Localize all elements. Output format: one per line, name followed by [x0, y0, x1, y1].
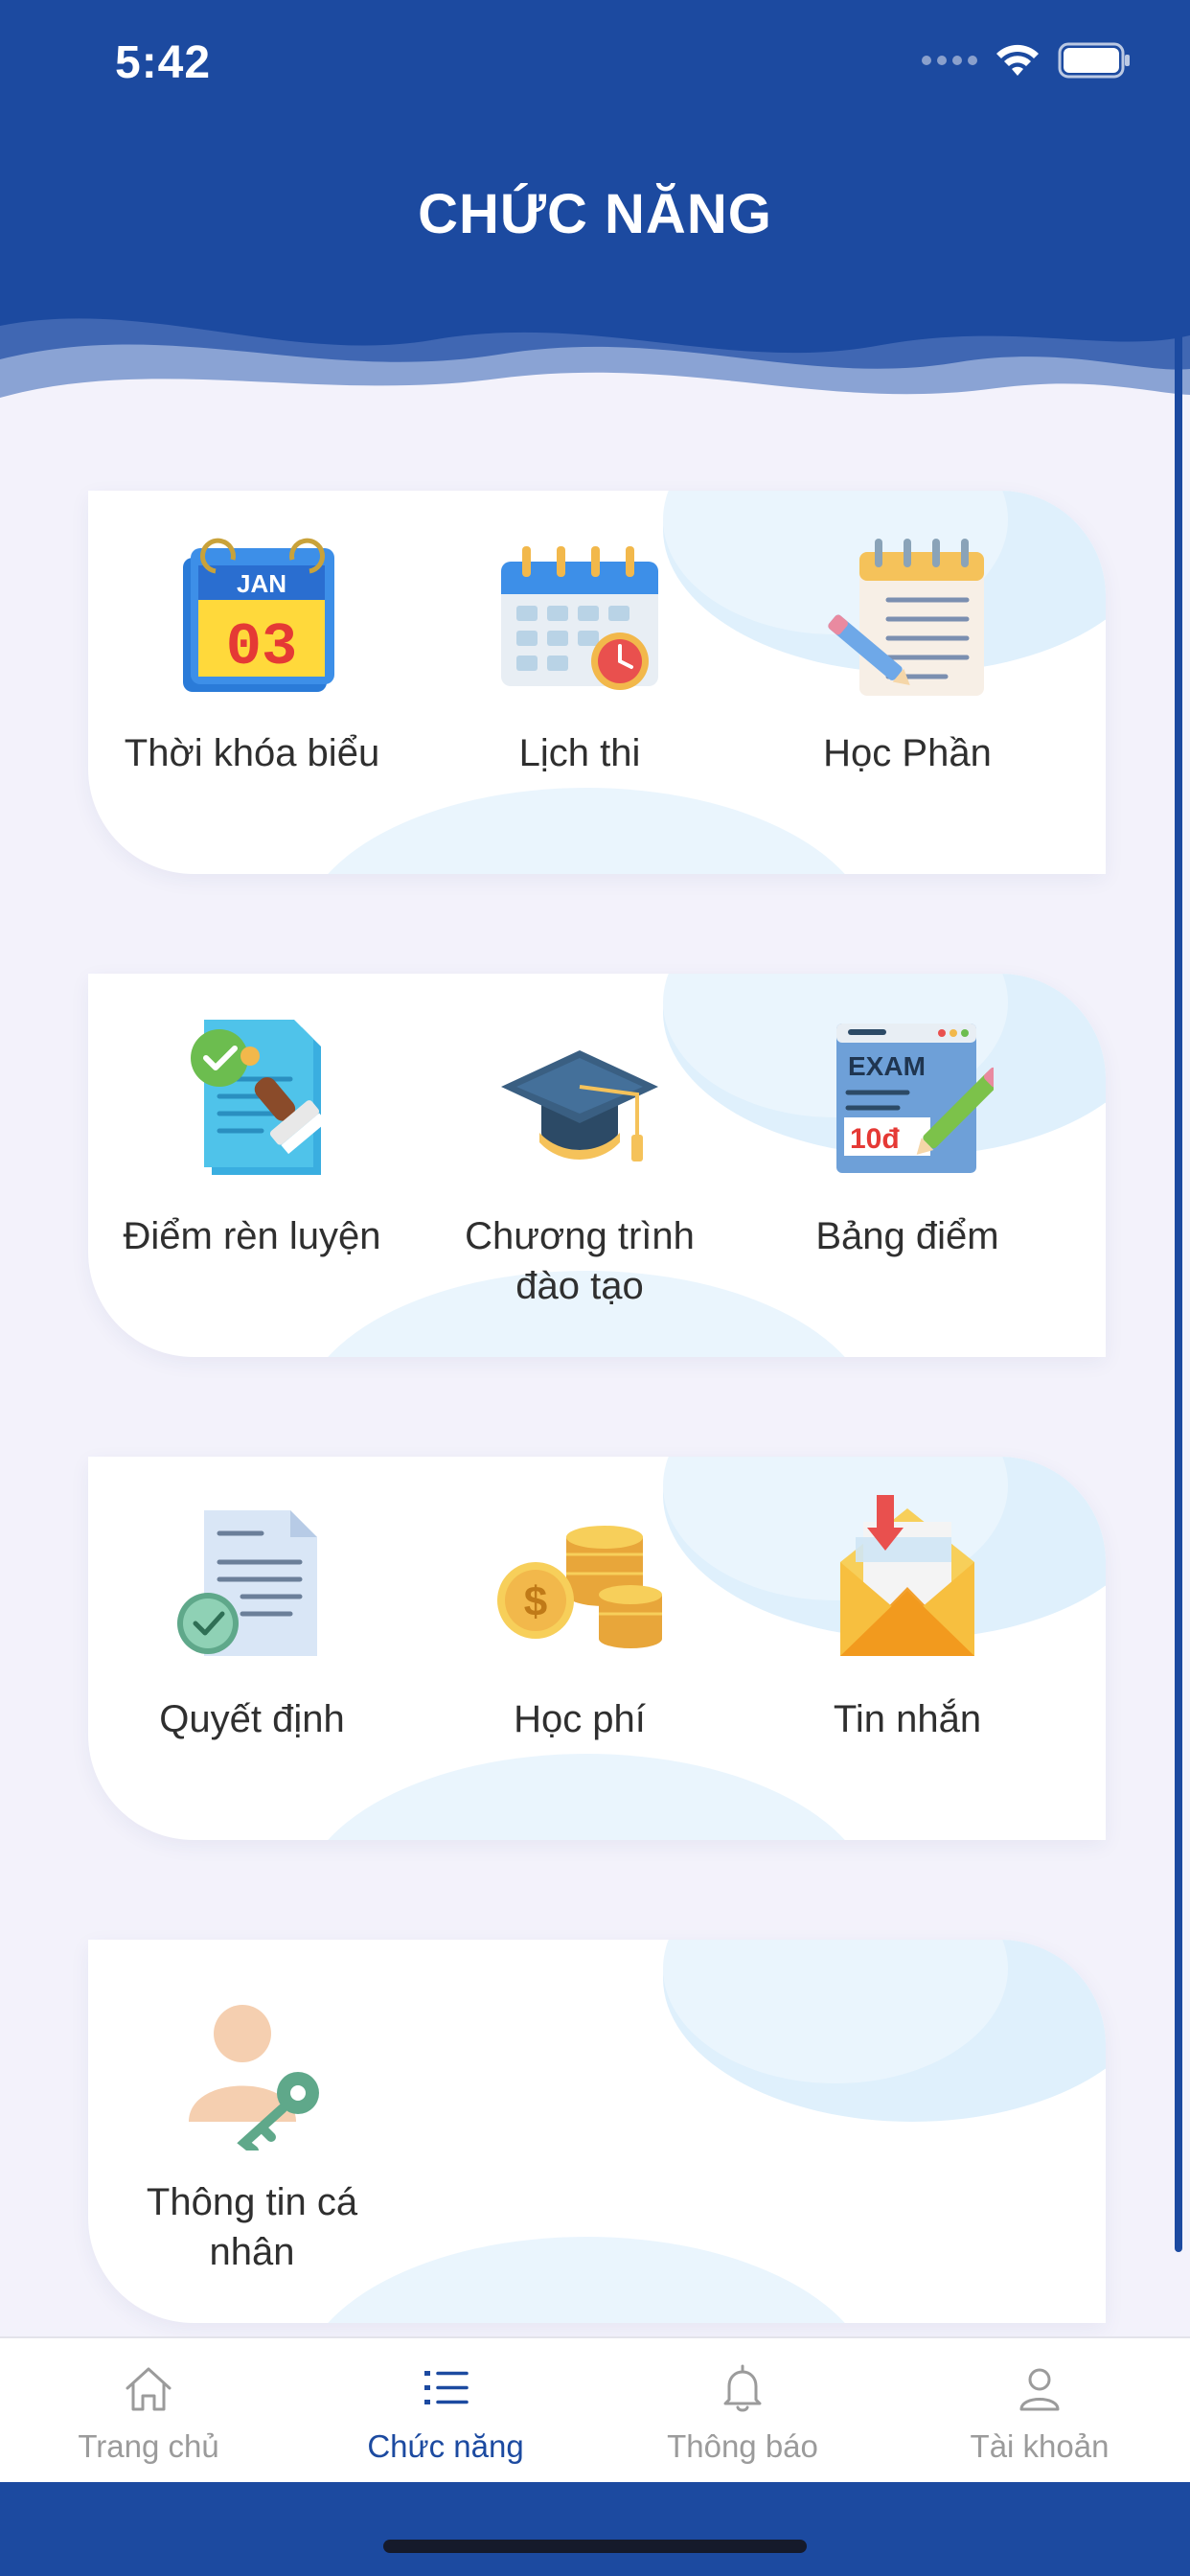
- function-card-1: JAN 03 Thời khóa biểu Lịch thi Học Phần: [88, 491, 1106, 874]
- tab-label: Chức năng: [367, 2428, 524, 2464]
- approved-document-stamp-icon: [191, 1020, 327, 1175]
- tile-thoi-khoa-bieu[interactable]: JAN 03 Thời khóa biểu: [88, 529, 416, 845]
- home-icon: [126, 2367, 172, 2411]
- wifi-icon: [996, 44, 1039, 76]
- exam-grade-icon: EXAM 10đ: [836, 1024, 994, 1173]
- tile-bang-diem[interactable]: EXAM 10đ Bảng điểm: [744, 1012, 1071, 1328]
- header: 5:42 CHỨC NĂNG: [0, 0, 1190, 441]
- function-card-2: Điểm rèn luyện Chương trình đào tạo EXAM…: [88, 974, 1106, 1357]
- svg-text:03: 03: [226, 613, 297, 681]
- function-card-3: Quyết định $ Học phí Tin nhắn: [88, 1457, 1106, 1840]
- tab-trang-chu[interactable]: Trang chủ: [0, 2338, 297, 2482]
- tile-hoc-phan[interactable]: Học Phần: [744, 529, 1071, 845]
- tile-label: Quyết định: [159, 1698, 345, 1740]
- tab-label: Trang chủ: [78, 2428, 219, 2464]
- tile-label: Điểm rèn luyện: [123, 1215, 381, 1257]
- home-bar-area: [0, 2482, 1190, 2576]
- tab-thong-bao[interactable]: Thông báo: [594, 2338, 891, 2482]
- tile-thong-tin-ca-nhan[interactable]: Thông tin cá nhân: [88, 1978, 416, 2294]
- tile-label: Lịch thi: [518, 732, 641, 774]
- calendar-date-icon: JAN 03: [183, 538, 334, 692]
- page-title: CHỨC NĂNG: [418, 183, 772, 245]
- tab-chuc-nang[interactable]: Chức năng: [297, 2338, 594, 2482]
- tab-label: Tài khoản: [970, 2428, 1110, 2464]
- tile-diem-ren-luyen[interactable]: Điểm rèn luyện: [88, 1012, 416, 1328]
- tile-label: Tin nhắn: [833, 1698, 982, 1740]
- exam-schedule-icon: [501, 546, 658, 690]
- status-time: 5:42: [115, 37, 212, 88]
- tile-hoc-phi[interactable]: $ Học phí: [416, 1495, 744, 1811]
- status-icons: [922, 42, 1133, 79]
- list-icon: [424, 2371, 469, 2404]
- graduation-cap-icon: [501, 1050, 658, 1162]
- tile-chuong-trinh-dao-tao[interactable]: Chương trình đào tạo: [416, 1012, 744, 1328]
- battery-icon: [1058, 42, 1130, 79]
- cellular-signal-icon: [922, 56, 977, 65]
- tile-label: Bảng điểm: [815, 1215, 999, 1257]
- notepad-icon: [828, 539, 984, 696]
- scroll-indicator[interactable]: [1175, 331, 1182, 2252]
- tile-label: Chương trình đào tạo: [465, 1215, 695, 1307]
- tile-label: Học phí: [514, 1698, 646, 1740]
- svg-text:$: $: [524, 1578, 547, 1625]
- tab-label: Thông báo: [667, 2428, 818, 2464]
- decision-document-icon: [177, 1510, 317, 1656]
- svg-text:10đ: 10đ: [850, 1123, 900, 1155]
- coins-icon: $: [497, 1526, 662, 1648]
- bell-icon: [723, 2364, 762, 2412]
- svg-text:EXAM: EXAM: [848, 1051, 926, 1081]
- function-card-4: Thông tin cá nhân: [88, 1940, 1106, 2323]
- user-icon: [1019, 2368, 1060, 2411]
- envelope-icon: [840, 1495, 974, 1656]
- tile-quyet-dinh[interactable]: Quyết định: [88, 1495, 416, 1811]
- home-indicator[interactable]: [383, 2540, 807, 2553]
- tile-tin-nhan[interactable]: Tin nhắn: [744, 1495, 1071, 1811]
- tile-label: Thời khóa biểu: [124, 732, 380, 774]
- tile-lich-thi[interactable]: Lịch thi: [416, 529, 744, 845]
- header-wave-decoration: [0, 318, 1190, 441]
- tile-label: Học Phần: [823, 732, 992, 774]
- user-key-icon: [189, 2005, 319, 2150]
- tile-label: Thông tin cá nhân: [146, 2181, 358, 2273]
- bottom-tab-bar: Trang chủ Chức năng Thông báo Tài khoản: [0, 2336, 1190, 2482]
- svg-text:JAN: JAN: [237, 569, 286, 598]
- tab-tai-khoan[interactable]: Tài khoản: [891, 2338, 1188, 2482]
